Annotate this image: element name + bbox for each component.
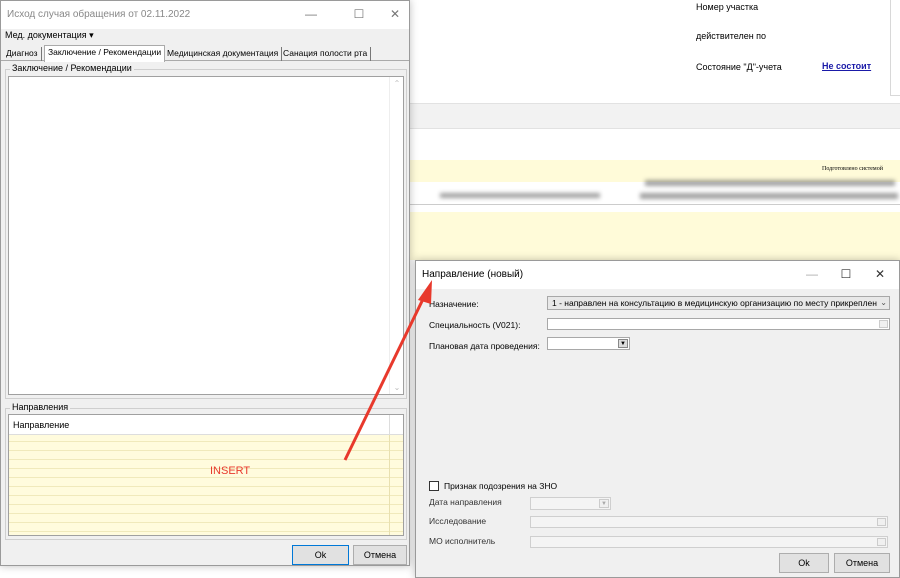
d-registration-status-link[interactable]: Не состоит: [822, 61, 871, 71]
redacted-text: [640, 193, 898, 199]
specialty-field[interactable]: [547, 318, 890, 330]
purpose-value: 1 - направлен на консультацию в медицинс…: [552, 298, 887, 308]
purpose-select[interactable]: 1 - направлен на консультацию в медицинс…: [547, 296, 890, 310]
planned-date-label: Плановая дата проведения:: [429, 341, 540, 351]
directions-group-label: Направления: [10, 402, 71, 412]
tab-strip: Диагноз Заключение / Рекомендации Медици…: [1, 45, 409, 62]
tab-medical-documentation[interactable]: Медицинская документация: [164, 47, 283, 61]
close-button[interactable]: ✕: [383, 5, 407, 23]
mo-executor-label: МО исполнитель: [429, 536, 496, 546]
conclusion-textarea[interactable]: ⌃ ⌄: [8, 76, 404, 395]
column-separator: [389, 415, 390, 435]
maximize-button[interactable]: ☐: [347, 5, 371, 23]
district-number-label: Номер участка: [696, 2, 759, 12]
purpose-label: Назначение:: [429, 299, 479, 309]
ellipsis-button-icon[interactable]: [877, 538, 886, 546]
mo-executor-field[interactable]: [530, 536, 888, 548]
scroll-up-icon[interactable]: ⌃: [390, 79, 404, 88]
dropdown-arrow-icon[interactable]: ▼: [618, 339, 628, 348]
cancel-button[interactable]: Отмена: [353, 545, 407, 565]
minimize-button[interactable]: —: [299, 5, 323, 23]
med-documentation-menu[interactable]: Мед. документация ▾: [5, 30, 94, 41]
planned-date-picker[interactable]: ▼: [547, 337, 630, 350]
report-band: [410, 212, 900, 260]
info-panel-edge: [890, 0, 900, 96]
maximize-button[interactable]: ☐: [834, 265, 858, 283]
window-title: Исход случая обращения от 02.11.2022: [7, 9, 191, 20]
ellipsis-button-icon[interactable]: [879, 320, 888, 328]
direction-date-label: Дата направления: [429, 497, 502, 507]
specialty-label: Специальность (V021):: [429, 320, 521, 330]
redacted-text: [440, 193, 600, 198]
menu-bar: Мед. документация ▾: [1, 29, 409, 43]
window-titlebar: Направление (новый) — ☐ ✕: [416, 261, 899, 289]
window-title: Направление (новый): [422, 269, 524, 280]
tab-diagnosis[interactable]: Диагноз: [3, 47, 42, 61]
chevron-down-icon[interactable]: ⌄: [877, 297, 887, 309]
column-separator: [389, 435, 390, 535]
research-field[interactable]: [530, 516, 888, 528]
tab-oral-sanitation[interactable]: Санация полости рта: [280, 47, 372, 61]
dropdown-arrow-icon[interactable]: ▼: [599, 499, 609, 508]
close-button[interactable]: ✕: [868, 265, 892, 283]
zno-suspicion-label: Признак подозрения на ЗНО: [444, 481, 558, 491]
textarea-scrollbar[interactable]: ⌃ ⌄: [389, 77, 403, 394]
directions-grid[interactable]: Направление: [8, 414, 404, 536]
ok-button[interactable]: Ok: [779, 553, 829, 573]
case-outcome-window: Исход случая обращения от 02.11.2022 — ☐…: [0, 0, 410, 566]
prepared-by-text: Подготовлено системой: [822, 166, 883, 172]
direction-date-picker[interactable]: ▼: [530, 497, 611, 510]
redacted-text: [645, 180, 895, 186]
scroll-down-icon[interactable]: ⌄: [390, 383, 404, 392]
conclusion-group-label: Заключение / Рекомендации: [10, 63, 134, 73]
tab-conclusion[interactable]: Заключение / Рекомендации: [44, 45, 166, 62]
ok-button[interactable]: Ok: [292, 545, 349, 565]
grid-header-direction[interactable]: Направление: [13, 420, 69, 430]
insert-annotation: INSERT: [210, 465, 251, 477]
minimize-button[interactable]: —: [800, 265, 824, 283]
ellipsis-button-icon[interactable]: [877, 518, 886, 526]
window-titlebar: Исход случая обращения от 02.11.2022 — ☐…: [1, 1, 409, 29]
cancel-button[interactable]: Отмена: [834, 553, 890, 573]
research-label: Исследование: [429, 516, 487, 526]
valid-until-label: действителен по: [696, 31, 767, 41]
zno-suspicion-checkbox[interactable]: [429, 481, 439, 491]
background-toolbar: [410, 103, 900, 129]
d-registration-status-label: Состояние "Д"-учета: [696, 62, 782, 72]
divider: [410, 204, 900, 205]
grid-header: Направление: [9, 415, 403, 435]
direction-new-window: Направление (новый) — ☐ ✕ Назначение: 1 …: [415, 260, 900, 578]
